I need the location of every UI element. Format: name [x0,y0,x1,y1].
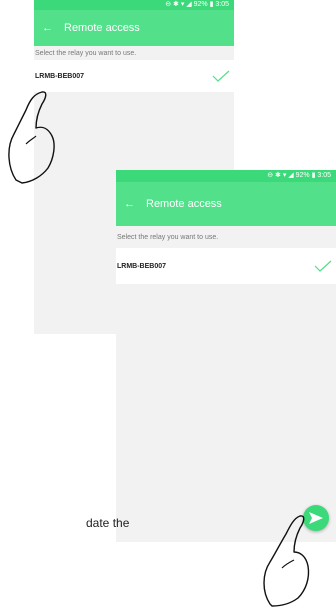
app-bar: ← Remote access [116,182,336,226]
arrow-left-icon[interactable]: ← [42,22,64,34]
caption-text: date the [86,516,130,530]
hand-pointer-icon [8,91,55,184]
app-bar: ← Remote access [34,10,234,46]
check-icon [314,260,332,272]
relay-name: LRMB-BEB007 [35,72,85,80]
status-bar: ⊖ ✱ ▾ ◢ 92% ▮ 3:05 [34,0,234,10]
arrow-left-icon[interactable]: ← [124,198,146,210]
status-bar: ⊖ ✱ ▾ ◢ 92% ▮ 3:05 [116,170,336,182]
phone-screen-2: ⊖ ✱ ▾ ◢ 92% ▮ 3:05 ← Remote access Selec… [116,170,336,542]
relay-list-item[interactable]: LRMB-BEB007 [34,60,234,92]
hand-pointer-icon [263,515,310,607]
status-bar-text: ⊖ ✱ ▾ ◢ 92% ▮ 3:05 [267,172,331,179]
app-title: Remote access [146,198,222,210]
app-title: Remote access [64,22,140,34]
check-icon [212,70,230,82]
instruction-text: Select the relay you want to use. [117,234,219,241]
relay-list-item[interactable]: LRMB-BEB007 [116,248,336,284]
status-bar-text: ⊖ ✱ ▾ ◢ 92% ▮ 3:05 [165,1,229,8]
instruction-text: Select the relay you want to use. [35,50,137,57]
relay-name: LRMB-BEB007 [117,262,167,270]
